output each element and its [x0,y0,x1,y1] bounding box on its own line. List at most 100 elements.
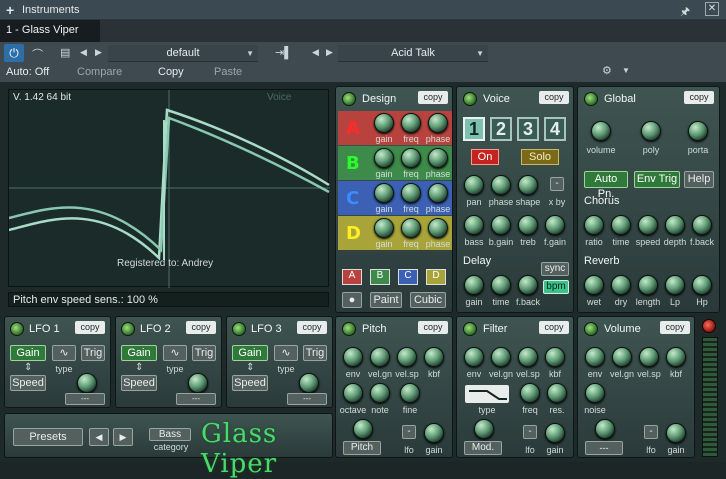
voice-2-button[interactable]: 2 [490,117,512,141]
prev-preset-icon[interactable]: ◀ [89,428,109,446]
lfo3-gain-button[interactable]: Gain [232,345,268,361]
volume-knob[interactable] [591,121,611,141]
help-button[interactable]: Help [684,171,714,188]
volume-env-knob[interactable] [585,347,605,367]
pitch-gain-knob[interactable] [424,423,444,443]
preset-dropdown[interactable]: default ▼ [108,45,258,62]
select-c-button[interactable]: C [398,269,418,285]
volume-mod-button[interactable]: --- [585,441,623,455]
design-power-icon[interactable] [342,92,356,106]
lfo3-copy-button[interactable]: copy [297,321,327,334]
pitch-copy-button[interactable]: copy [418,321,448,334]
volume-gain-knob[interactable] [666,423,686,443]
delay-feedback-knob[interactable] [518,275,538,295]
filter-type-selector[interactable] [465,385,509,403]
lfo2-copy-button[interactable]: copy [186,321,216,334]
poly-knob[interactable] [641,121,661,141]
lfo3-speed-button[interactable]: Speed [232,375,268,391]
volume-power-icon[interactable] [584,322,598,336]
fine-knob[interactable] [400,383,420,403]
chorus-depth-knob[interactable] [665,215,685,235]
pitch-lfo-button[interactable]: - [402,425,416,439]
note-knob[interactable] [370,383,390,403]
lfo2-rate-knob[interactable] [188,373,208,393]
filter-copy-button[interactable]: copy [539,321,569,334]
clip-led-icon[interactable] [702,319,716,333]
filter-kbf-knob[interactable] [545,347,565,367]
volume-velgn-knob[interactable] [612,347,632,367]
global-power-icon[interactable] [584,92,598,106]
record-icon[interactable]: ● [342,292,362,308]
octave-knob[interactable] [343,383,363,403]
next-preset-icon[interactable]: ▶ [95,47,102,58]
route-icon[interactable]: ⇥▌ [275,46,292,59]
noise-knob[interactable] [585,383,605,403]
gain-knob[interactable] [374,148,394,168]
bass-knob[interactable] [464,215,484,235]
lfo2-power-icon[interactable] [121,322,135,336]
filter-freq-knob[interactable] [520,383,540,403]
pitch-power-icon[interactable] [342,322,356,336]
delay-bpm-button[interactable]: bpm [543,280,569,294]
lfo2-wave-icon[interactable]: ∿ [163,345,187,361]
freq-knob[interactable] [401,183,421,203]
select-d-button[interactable]: D [426,269,446,285]
filter-mod-knob[interactable] [474,419,494,439]
pitch-mod-knob[interactable] [353,419,373,439]
gear-icon[interactable]: ⚙ [602,64,612,77]
copy-button[interactable]: Copy [158,66,184,78]
phase-knob[interactable] [428,183,448,203]
lfo2-speed-button[interactable]: Speed [121,375,157,391]
lfo3-trig-button[interactable]: Trig [303,345,327,361]
pitch-env-knob[interactable] [343,347,363,367]
filter-env-knob[interactable] [464,347,484,367]
auto-pan-button[interactable]: Auto Pn. [584,171,628,200]
volume-velsp-knob[interactable] [639,347,659,367]
bypass-icon[interactable]: ⌒ [32,46,43,62]
lfo1-speed-button[interactable]: Speed [10,375,46,391]
auto-label[interactable]: Auto: Off [6,66,49,78]
pitch-velgn-knob[interactable] [370,347,390,367]
lfo1-rate-knob[interactable] [77,373,97,393]
filter-power-icon[interactable] [463,322,477,336]
chorus-feedback-knob[interactable] [692,215,712,235]
porta-knob[interactable] [688,121,708,141]
design-copy-button[interactable]: copy [418,91,448,104]
document-icon[interactable]: ▤ [60,46,70,59]
phase-knob[interactable] [428,148,448,168]
lfo1-dest-button[interactable]: --- [65,393,105,405]
phase-knob[interactable] [428,218,448,238]
voice-power-icon[interactable] [463,92,477,106]
lfo1-wave-icon[interactable]: ∿ [52,345,76,361]
lfo2-gain-button[interactable]: Gain [121,345,157,361]
lfo1-power-icon[interactable] [10,322,24,336]
filter-mod-button[interactable]: Mod. [464,441,502,455]
select-b-button[interactable]: B [370,269,390,285]
volume-copy-button[interactable]: copy [660,321,690,334]
filter-gain-knob[interactable] [545,423,565,443]
gain-knob[interactable] [374,218,394,238]
voice-3-button[interactable]: 3 [517,117,539,141]
category-button[interactable]: Bass [149,428,191,441]
select-a-button[interactable]: A [342,269,362,285]
lfo2-trig-button[interactable]: Trig [192,345,216,361]
pitch-velsp-knob[interactable] [397,347,417,367]
chorus-speed-knob[interactable] [638,215,658,235]
volume-mod-knob[interactable] [595,419,615,439]
global-copy-button[interactable]: copy [684,91,714,104]
gain-knob[interactable] [374,183,394,203]
compare-button[interactable]: Compare [77,66,122,78]
program-dropdown[interactable]: Acid Talk ▼ [338,45,488,62]
pitch-mod-button[interactable]: Pitch [343,441,381,455]
next-preset-icon[interactable]: ▶ [113,428,133,446]
delay-time-knob[interactable] [491,275,511,295]
volume-lfo-button[interactable]: - [644,425,658,439]
filter-res-knob[interactable] [547,383,567,403]
prev-program-icon[interactable]: ◀ [312,47,319,58]
reverb-wet-knob[interactable] [584,275,604,295]
delay-gain-knob[interactable] [464,275,484,295]
lfo1-copy-button[interactable]: copy [75,321,105,334]
freq-knob[interactable] [401,218,421,238]
env-trig-button[interactable]: Env Trig [634,171,680,188]
chorus-time-knob[interactable] [611,215,631,235]
